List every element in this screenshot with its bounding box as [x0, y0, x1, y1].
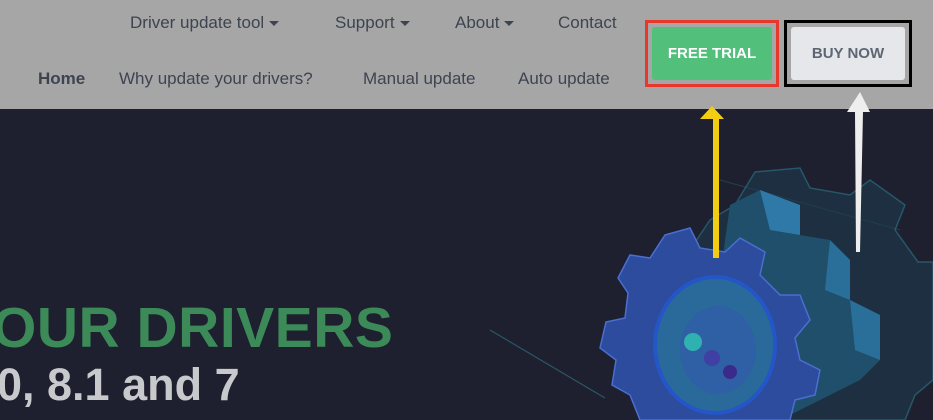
buy-now-button[interactable]: BUY NOW	[791, 27, 905, 80]
nav-label: About	[455, 13, 500, 32]
nav-label: Support	[335, 13, 395, 32]
chevron-down-icon	[399, 21, 410, 27]
nav-home[interactable]: Home	[38, 69, 85, 89]
free-trial-button[interactable]: FREE TRIAL	[652, 27, 772, 80]
nav-why-update[interactable]: Why update your drivers?	[119, 69, 313, 89]
hero-section: OUR DRIVERS 0, 8.1 and 7	[0, 109, 933, 420]
chevron-down-icon	[504, 21, 515, 27]
nav-contact[interactable]: Contact	[558, 13, 617, 33]
nav-driver-update-tool[interactable]: Driver update tool	[130, 13, 280, 33]
site-header: Driver update tool Support About Contact…	[0, 0, 933, 109]
hero-headline: OUR DRIVERS	[0, 296, 394, 360]
nav-label: Driver update tool	[130, 13, 265, 32]
nav-label: Contact	[558, 13, 617, 32]
nav-auto-update[interactable]: Auto update	[518, 69, 610, 89]
nav-manual-update[interactable]: Manual update	[363, 69, 475, 89]
chevron-down-icon	[269, 21, 280, 27]
nav-support[interactable]: Support	[335, 13, 410, 33]
hero-subheadline: 0, 8.1 and 7	[0, 359, 240, 410]
nav-about[interactable]: About	[455, 13, 515, 33]
